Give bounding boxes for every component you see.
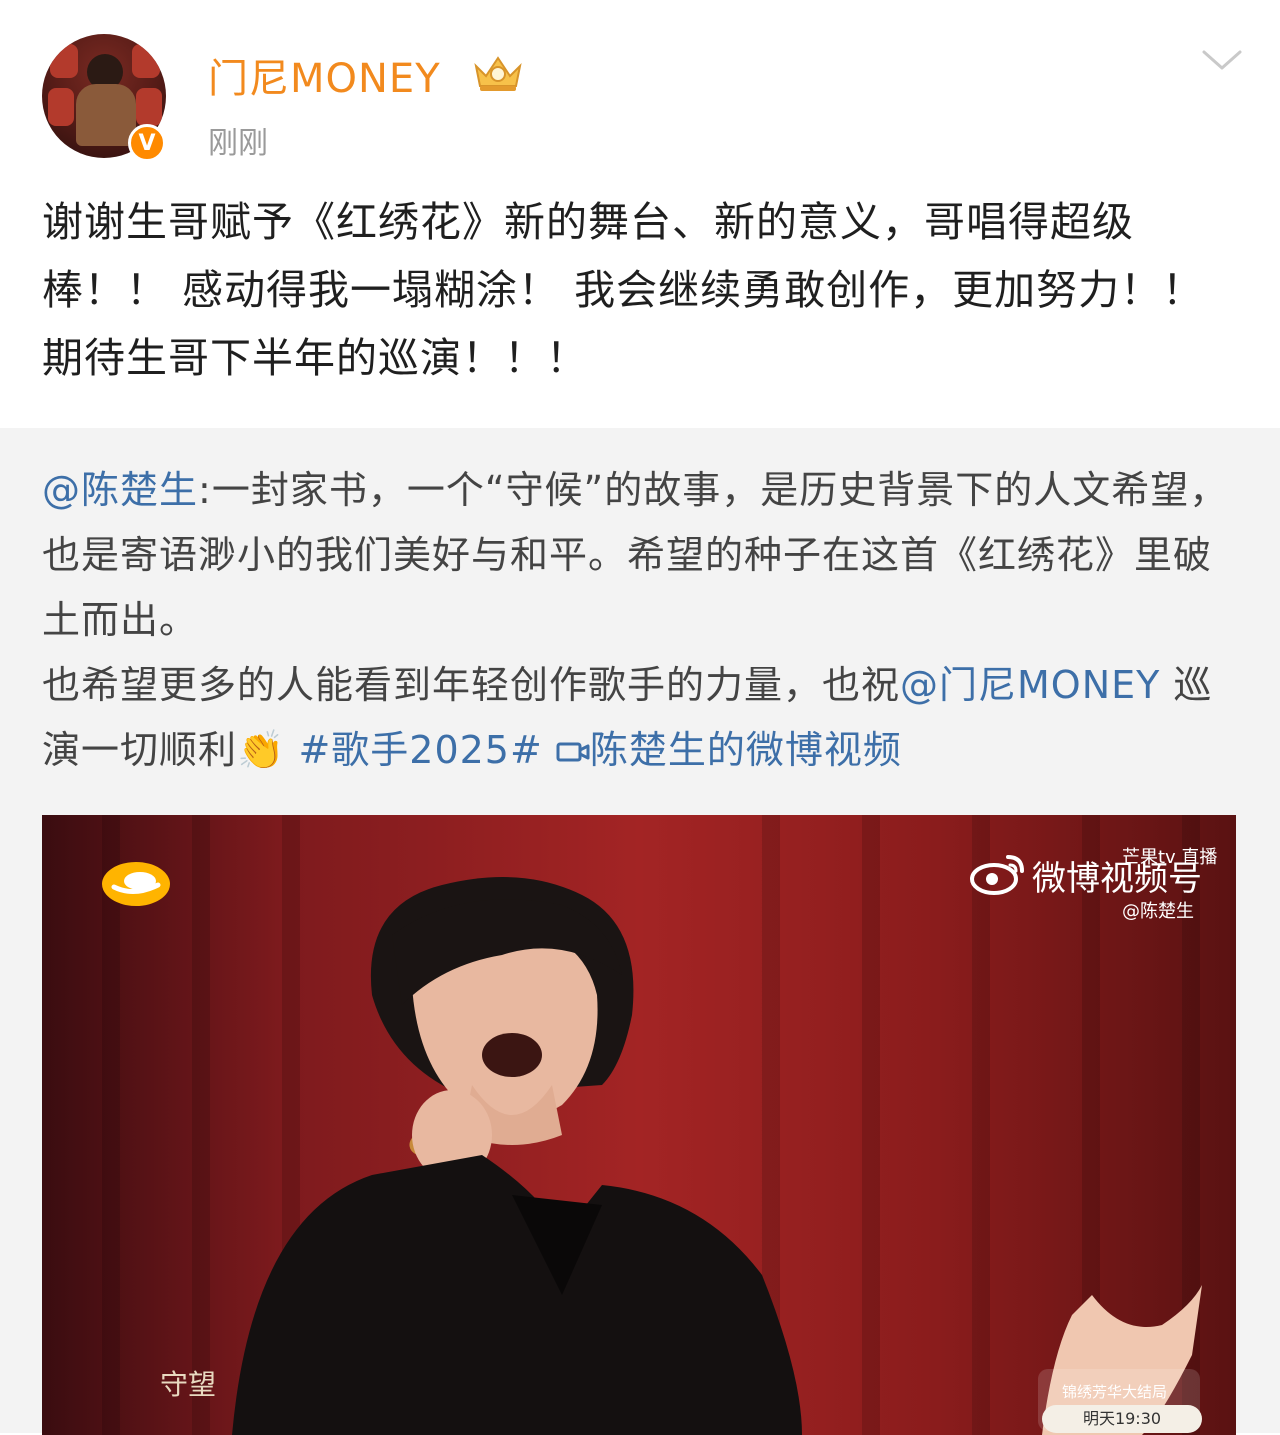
- video-link-label: 陈楚生的微博视频: [589, 728, 902, 772]
- video-link-icon: [556, 742, 590, 762]
- crown-icon: [474, 56, 522, 91]
- post-text: 谢谢生哥赋予《红绣花》新的舞台、新的意义，哥唱得超级棒！！ 感动得我一塌糊涂！ …: [42, 198, 1205, 382]
- video-player[interactable]: 微博视频号 芒果tv 直播 @陈楚生 守望 锦绣芳华大结局 明天19:30: [42, 815, 1236, 1435]
- repost-text: @陈楚生:一封家书，一个“守候”的故事，是历史背景下的人文希望，也是寄语渺小的我…: [42, 458, 1242, 783]
- mention-link-2[interactable]: @门尼MONEY: [900, 663, 1160, 707]
- side-subtitle: 守望: [160, 1368, 217, 1401]
- live-promo-title: 锦绣芳华大结局: [1062, 1383, 1168, 1401]
- live-promo-time: 明天19:30: [1042, 1405, 1202, 1433]
- verified-badge-icon: V: [128, 124, 166, 162]
- video-link[interactable]: 陈楚生的微博视频: [556, 728, 902, 772]
- chevron-down-icon[interactable]: [1198, 44, 1246, 76]
- mango-live-watermark: 芒果tv 直播: [1122, 847, 1218, 868]
- clap-emoji: 👏: [237, 728, 286, 772]
- repost-body-1: :一封家书，一个“守候”的故事，是历史背景下的人文希望，也是寄语渺小的我们美好与…: [42, 468, 1229, 642]
- hashtag-link[interactable]: #歌手2025#: [298, 728, 542, 772]
- watermark-handle: @陈楚生: [1122, 901, 1194, 922]
- singer-image: [232, 877, 1202, 1435]
- post-header: V 门尼MONEY 刚刚: [0, 0, 1280, 180]
- weibo-logo-icon: [970, 855, 1024, 895]
- mention-link[interactable]: @陈楚生: [42, 468, 198, 512]
- repost-card[interactable]: @陈楚生:一封家书，一个“守候”的故事，是历史背景下的人文希望，也是寄语渺小的我…: [0, 428, 1280, 1435]
- username[interactable]: 门尼MONEY: [208, 46, 441, 104]
- post-time: 刚刚: [208, 126, 268, 161]
- repost-body-2: 也希望更多的人能看到年轻创作歌手的力量，也祝: [42, 663, 901, 707]
